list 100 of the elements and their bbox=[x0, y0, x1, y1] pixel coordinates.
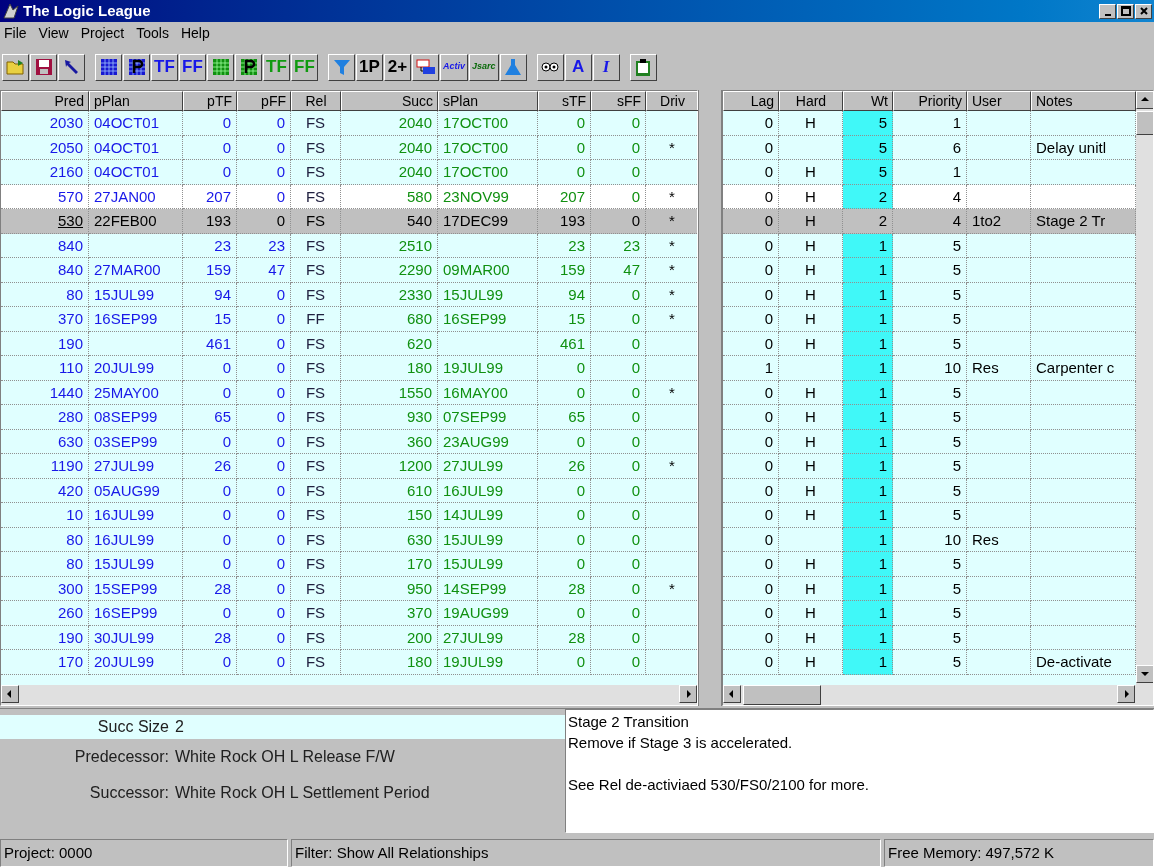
table-row[interactable]: 300 15SEP99 28 0 FS 950 14SEP99 28 0 * bbox=[1, 576, 697, 601]
horizontal-scrollbar[interactable] bbox=[723, 685, 1153, 705]
table-row[interactable]: 0 H 2 4 1to2 Stage 2 Tr bbox=[723, 209, 1136, 234]
toolbar-button[interactable]: FF bbox=[179, 53, 206, 81]
menu-item[interactable]: Project bbox=[80, 22, 125, 44]
menu-item[interactable]: Help bbox=[180, 22, 210, 44]
vertical-scrollbar[interactable] bbox=[1136, 91, 1153, 685]
table-row[interactable]: 10 16JUL99 0 0 FS 150 14JUL99 0 0 bbox=[1, 503, 697, 528]
scroll-up-button[interactable] bbox=[1136, 91, 1153, 109]
toolbar-button[interactable] bbox=[499, 53, 527, 81]
table-row[interactable]: 0 H 1 5 bbox=[723, 258, 1136, 283]
toolbar-button[interactable] bbox=[629, 53, 657, 81]
table-row[interactable]: 0 H 1 5 bbox=[723, 503, 1136, 528]
scroll-thumb[interactable] bbox=[743, 685, 821, 705]
column-header[interactable]: Priority bbox=[893, 91, 967, 111]
toolbar-button[interactable]: 1P bbox=[356, 53, 383, 81]
table-row[interactable]: 420 05AUG99 0 0 FS 610 16JUL99 0 0 bbox=[1, 478, 697, 503]
scroll-left-button[interactable] bbox=[1, 685, 19, 703]
toolbar-button[interactable]: Jsarc bbox=[469, 53, 499, 81]
menu-item[interactable]: View bbox=[38, 22, 69, 44]
menu-item[interactable]: File bbox=[4, 22, 27, 44]
toolbar-button[interactable] bbox=[95, 53, 122, 81]
table-row[interactable]: 0 H 1 5 bbox=[723, 576, 1136, 601]
close-button[interactable] bbox=[1135, 3, 1152, 19]
toolbar-button[interactable] bbox=[30, 53, 57, 81]
scroll-left-button[interactable] bbox=[723, 685, 741, 703]
column-header[interactable]: pTF bbox=[183, 91, 237, 111]
table-row[interactable]: 0 H 1 5 bbox=[723, 405, 1136, 430]
column-header[interactable]: Notes bbox=[1031, 91, 1136, 111]
scroll-thumb[interactable] bbox=[1136, 111, 1153, 135]
table-row[interactable]: 1190 27JUL99 26 0 FS 1200 27JUL99 26 0 * bbox=[1, 454, 697, 479]
table-row[interactable]: 0 H 1 5 bbox=[723, 454, 1136, 479]
table-row[interactable]: 80 15JUL99 94 0 FS 2330 15JUL99 94 0 * bbox=[1, 282, 697, 307]
table-row[interactable]: 280 08SEP99 65 0 FS 930 07SEP99 65 0 bbox=[1, 405, 697, 430]
table-row[interactable]: 2050 04OCT01 0 0 FS 2040 17OCT00 0 0 * bbox=[1, 135, 697, 160]
table-row[interactable]: 190 461 0 FS 620 461 0 bbox=[1, 331, 697, 356]
table-row[interactable]: 0 H 1 5 bbox=[723, 625, 1136, 650]
succ-size-field[interactable]: 2 bbox=[175, 715, 565, 739]
column-header[interactable]: Succ bbox=[341, 91, 438, 111]
table-row[interactable]: 0 H 1 5 bbox=[723, 552, 1136, 577]
scroll-right-button[interactable] bbox=[679, 685, 697, 703]
toolbar-button[interactable] bbox=[58, 53, 85, 81]
toolbar-button[interactable] bbox=[207, 53, 234, 81]
table-row[interactable]: 0 H 1 5 bbox=[723, 282, 1136, 307]
column-header[interactable]: Hard bbox=[779, 91, 843, 111]
table-row[interactable]: 530 22FEB00 193 0 FS 540 17DEC99 193 0 * bbox=[1, 209, 697, 234]
toolbar-button[interactable] bbox=[412, 53, 439, 81]
column-header[interactable]: Lag bbox=[723, 91, 779, 111]
notes-field[interactable]: Stage 2 Transition Remove if Stage 3 is accelerated. See Rel de-activiaed 530/FS0/2100 for more. bbox=[565, 709, 1154, 833]
table-row[interactable]: 0 H 2 4 bbox=[723, 184, 1136, 209]
column-header[interactable]: pPlan bbox=[89, 91, 183, 111]
toolbar-button[interactable] bbox=[2, 53, 29, 81]
table-row[interactable]: 2160 04OCT01 0 0 FS 2040 17OCT00 0 0 bbox=[1, 160, 697, 185]
table-row[interactable]: 80 16JUL99 0 0 FS 630 15JUL99 0 0 bbox=[1, 527, 697, 552]
toolbar-button[interactable] bbox=[328, 53, 355, 81]
toolbar-button[interactable]: TF bbox=[151, 53, 178, 81]
toolbar-button[interactable] bbox=[536, 53, 564, 81]
menu-item[interactable]: Tools bbox=[136, 22, 169, 44]
column-header[interactable]: User bbox=[967, 91, 1031, 111]
table-row[interactable]: 190 30JUL99 28 0 FS 200 27JUL99 28 0 bbox=[1, 625, 697, 650]
column-header[interactable]: pFF bbox=[237, 91, 291, 111]
scroll-right-button[interactable] bbox=[1117, 685, 1135, 703]
table-row[interactable]: 0 H 1 5 De-activate bbox=[723, 650, 1136, 675]
table-row[interactable]: 1440 25MAY00 0 0 FS 1550 16MAY00 0 0 * bbox=[1, 380, 697, 405]
column-header[interactable]: sFF bbox=[591, 91, 646, 111]
table-row[interactable]: 0 1 10 Res bbox=[723, 527, 1136, 552]
table-row[interactable]: 170 20JUL99 0 0 FS 180 19JUL99 0 0 bbox=[1, 650, 697, 675]
maximize-button[interactable] bbox=[1117, 3, 1134, 19]
table-row[interactable]: 0 H 1 5 bbox=[723, 429, 1136, 454]
table-row[interactable]: 570 27JAN00 207 0 FS 580 23NOV99 207 0 * bbox=[1, 184, 697, 209]
column-header[interactable]: Rel bbox=[291, 91, 341, 111]
table-row[interactable]: 0 H 5 1 bbox=[723, 111, 1136, 136]
column-header[interactable]: Pred bbox=[1, 91, 89, 111]
table-row[interactable]: 840 23 23 FS 2510 23 23 * bbox=[1, 233, 697, 258]
table-row[interactable]: 1 1 10 Res Carpenter c bbox=[723, 356, 1136, 381]
table-row[interactable]: 0 H 1 5 bbox=[723, 307, 1136, 332]
scroll-down-button[interactable] bbox=[1136, 665, 1153, 683]
table-row[interactable]: 0 H 5 1 bbox=[723, 160, 1136, 185]
toolbar-button[interactable]: A bbox=[564, 53, 592, 81]
table-row[interactable]: 370 16SEP99 15 0 FF 680 16SEP99 15 0 * bbox=[1, 307, 697, 332]
column-header[interactable]: sTF bbox=[538, 91, 591, 111]
toolbar-button[interactable]: 2+ bbox=[384, 53, 411, 81]
toolbar-button[interactable]: Activ bbox=[440, 53, 468, 81]
table-row[interactable]: 0 H 1 5 bbox=[723, 380, 1136, 405]
table-row[interactable]: 0 H 1 5 bbox=[723, 601, 1136, 626]
column-header[interactable]: sPlan bbox=[438, 91, 538, 111]
table-row[interactable]: 2030 04OCT01 0 0 FS 2040 17OCT00 0 0 bbox=[1, 111, 697, 136]
table-row[interactable]: 0 5 6 Delay unitl bbox=[723, 135, 1136, 160]
horizontal-scrollbar[interactable] bbox=[1, 685, 697, 705]
table-row[interactable]: 630 03SEP99 0 0 FS 360 23AUG99 0 0 bbox=[1, 429, 697, 454]
toolbar-button[interactable] bbox=[235, 53, 262, 81]
toolbar-button[interactable] bbox=[123, 53, 150, 81]
table-row[interactable]: 0 H 1 5 bbox=[723, 331, 1136, 356]
table-row[interactable]: 80 15JUL99 0 0 FS 170 15JUL99 0 0 bbox=[1, 552, 697, 577]
table-row[interactable]: 0 H 1 5 bbox=[723, 478, 1136, 503]
table-row[interactable]: 0 H 1 5 bbox=[723, 233, 1136, 258]
toolbar-button[interactable]: I bbox=[592, 53, 620, 81]
table-row[interactable]: 840 27MAR00 159 47 FS 2290 09MAR00 159 47 * bbox=[1, 258, 697, 283]
table-row[interactable]: 110 20JUL99 0 0 FS 180 19JUL99 0 0 bbox=[1, 356, 697, 381]
table-row[interactable]: 260 16SEP99 0 0 FS 370 19AUG99 0 0 bbox=[1, 601, 697, 626]
